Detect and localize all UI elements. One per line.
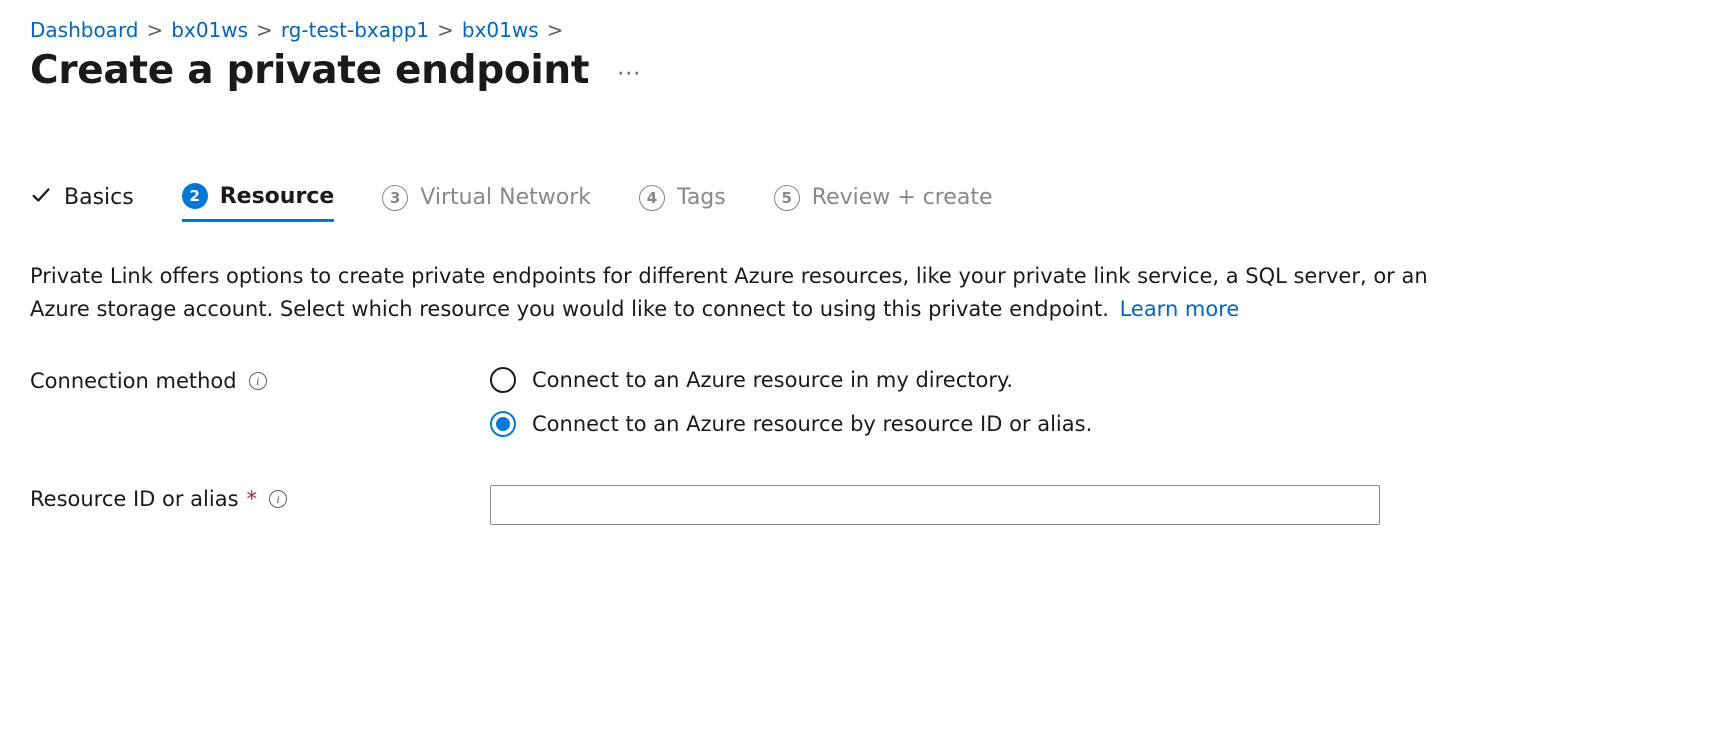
tab-label: Review + create bbox=[812, 185, 993, 210]
tab-label: Tags bbox=[677, 185, 726, 210]
connection-method-radio-group: Connect to an Azure resource in my direc… bbox=[490, 367, 1390, 437]
tab-virtual-network[interactable]: 3 Virtual Network bbox=[382, 185, 591, 221]
resource-id-input[interactable] bbox=[490, 485, 1380, 525]
info-icon[interactable]: i bbox=[269, 490, 287, 508]
tab-label: Virtual Network bbox=[420, 185, 591, 210]
chevron-right-icon: > bbox=[147, 18, 164, 42]
chevron-right-icon: > bbox=[547, 18, 564, 42]
step-index-badge: 2 bbox=[182, 183, 208, 209]
tab-label: Resource bbox=[220, 184, 335, 209]
chevron-right-icon: > bbox=[256, 18, 273, 42]
tab-tags[interactable]: 4 Tags bbox=[639, 185, 726, 221]
field-label: Connection method bbox=[30, 369, 237, 393]
tab-resource[interactable]: 2 Resource bbox=[182, 183, 335, 222]
breadcrumb: Dashboard > bx01ws > rg-test-bxapp1 > bx… bbox=[30, 18, 1690, 42]
step-index-badge: 5 bbox=[774, 185, 800, 211]
field-connection-method: Connection method i Connect to an Azure … bbox=[30, 367, 1690, 437]
breadcrumb-item[interactable]: bx01ws bbox=[462, 18, 539, 42]
radio-icon bbox=[490, 367, 516, 393]
step-description: Private Link offers options to create pr… bbox=[30, 260, 1430, 325]
field-label: Resource ID or alias bbox=[30, 487, 239, 511]
radio-connect-directory[interactable]: Connect to an Azure resource in my direc… bbox=[490, 367, 1390, 393]
radio-icon bbox=[490, 411, 516, 437]
step-index-badge: 3 bbox=[382, 185, 408, 211]
tab-review-create[interactable]: 5 Review + create bbox=[774, 185, 993, 221]
info-icon[interactable]: i bbox=[249, 372, 267, 390]
breadcrumb-item[interactable]: Dashboard bbox=[30, 18, 139, 42]
chevron-right-icon: > bbox=[437, 18, 454, 42]
wizard-steps: Basics 2 Resource 3 Virtual Network 4 Ta… bbox=[30, 183, 1690, 222]
more-actions-button[interactable]: ··· bbox=[617, 54, 641, 87]
breadcrumb-item[interactable]: rg-test-bxapp1 bbox=[281, 18, 429, 42]
radio-connect-resource-id[interactable]: Connect to an Azure resource by resource… bbox=[490, 411, 1390, 437]
page-header: Create a private endpoint ··· bbox=[30, 48, 1690, 93]
required-marker: * bbox=[247, 487, 258, 511]
page-title: Create a private endpoint bbox=[30, 48, 589, 93]
breadcrumb-item[interactable]: bx01ws bbox=[171, 18, 248, 42]
radio-label: Connect to an Azure resource by resource… bbox=[532, 412, 1092, 436]
tab-basics[interactable]: Basics bbox=[30, 184, 134, 222]
learn-more-link[interactable]: Learn more bbox=[1120, 297, 1240, 321]
field-resource-id: Resource ID or alias * i bbox=[30, 485, 1690, 525]
step-index-badge: 4 bbox=[639, 185, 665, 211]
tab-label: Basics bbox=[64, 185, 134, 210]
radio-label: Connect to an Azure resource in my direc… bbox=[532, 368, 1013, 392]
check-icon bbox=[30, 184, 52, 212]
